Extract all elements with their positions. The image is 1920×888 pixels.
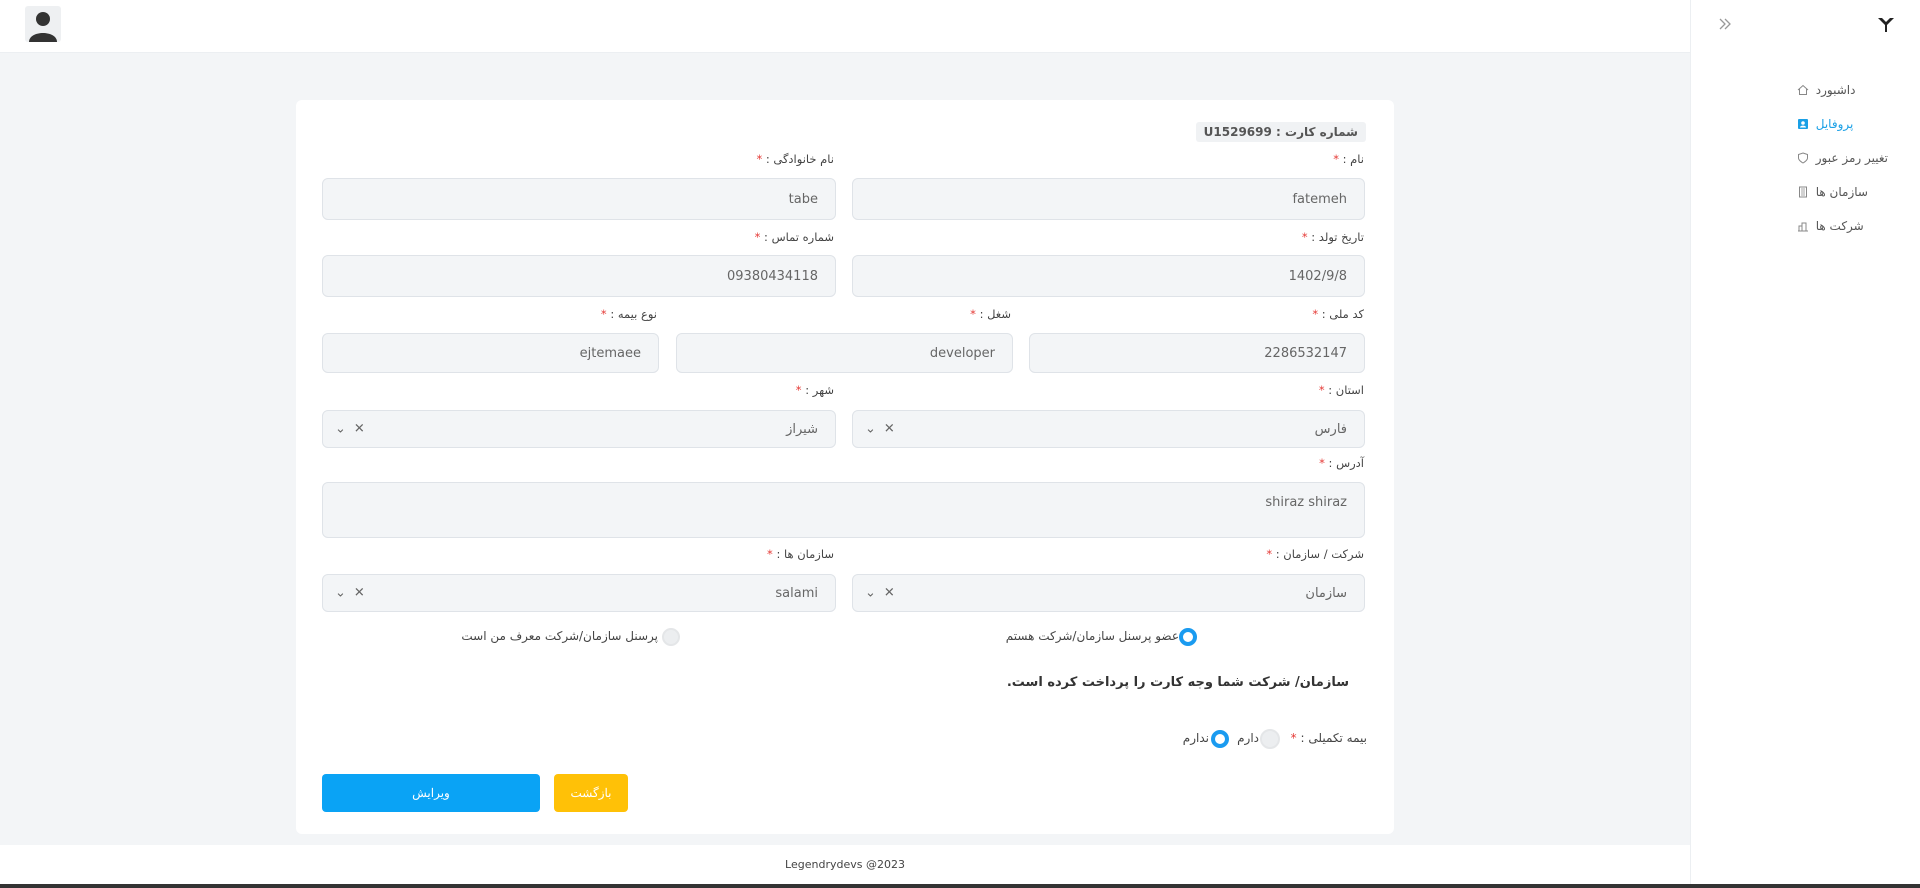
profile-form-card: شماره کارت : U1529699 نام : * fatemeh نا… xyxy=(296,100,1394,834)
job-input[interactable]: developer xyxy=(676,333,1013,373)
first-name-input[interactable]: fatemeh xyxy=(852,178,1365,220)
organizations-selected-value: salami xyxy=(775,585,818,601)
first-name-label: نام : * xyxy=(1333,152,1364,166)
clear-icon[interactable]: ✕ xyxy=(884,586,895,601)
company-org-selected-value: سازمان xyxy=(1305,585,1347,601)
phone-label: شماره تماس : * xyxy=(754,230,834,244)
phone-input[interactable]: 09380434118 xyxy=(322,255,836,297)
city-select[interactable]: شیراز ⌄ ✕ xyxy=(322,410,836,448)
radio-insurance-no[interactable] xyxy=(1211,730,1229,748)
sidebar-item-label: پروفایل xyxy=(1815,117,1854,131)
job-label: شغل : * xyxy=(970,307,1011,321)
clear-icon[interactable]: ✕ xyxy=(884,422,895,437)
top-header xyxy=(0,0,1690,53)
radio-insurance-yes[interactable] xyxy=(1260,729,1280,749)
sidebar-item-label: داشبورد xyxy=(1815,83,1856,97)
back-button[interactable]: بازگشت xyxy=(554,774,628,812)
last-name-label: نام خانوادگی : * xyxy=(756,152,834,166)
birth-date-input[interactable]: 1402/9/8 xyxy=(852,255,1365,297)
insurance-type-input[interactable]: ejtemaee xyxy=(322,333,659,373)
city-selected-value: شیراز xyxy=(786,421,818,437)
sidebar: داشبورد پروفایل تغییر رمز عبور سازمان ها… xyxy=(1690,0,1920,888)
national-code-label: کد ملی : * xyxy=(1312,307,1364,321)
city-label: شهر : * xyxy=(795,383,834,397)
radio-member-label: عضو پرسنل سازمان/شرکت هستم xyxy=(1005,629,1179,643)
radio-insurance-no-label: ندارم xyxy=(1182,731,1209,745)
radio-referrer[interactable] xyxy=(662,628,680,646)
edit-button[interactable]: ویرایش xyxy=(322,774,540,812)
bottom-border xyxy=(0,884,1920,888)
collapse-sidebar-icon[interactable] xyxy=(1716,15,1734,33)
chevron-down-icon[interactable]: ⌄ xyxy=(865,586,876,601)
address-textarea[interactable]: shiraz shiraz xyxy=(322,482,1365,538)
address-label: آدرس : * xyxy=(1319,456,1364,470)
sidebar-item-label: شرکت ها xyxy=(1815,219,1864,233)
sidebar-item-change-password[interactable]: تغییر رمز عبور xyxy=(1797,141,1888,175)
insurance-type-label: نوع بیمه : * xyxy=(600,307,657,321)
chevron-down-icon[interactable]: ⌄ xyxy=(335,586,346,601)
province-selected-value: فارس xyxy=(1314,421,1347,437)
last-name-input[interactable]: tabe xyxy=(322,178,836,220)
sidebar-item-label: سازمان ها xyxy=(1815,185,1868,199)
national-code-input[interactable]: 2286532147 xyxy=(1029,333,1365,373)
profile-icon xyxy=(1797,118,1809,130)
sidebar-menu: داشبورد پروفایل تغییر رمز عبور سازمان ها… xyxy=(1797,73,1888,243)
province-select[interactable]: فارس ⌄ ✕ xyxy=(852,410,1365,448)
user-avatar-icon[interactable] xyxy=(25,6,61,42)
shield-icon xyxy=(1797,152,1809,164)
logo-icon[interactable] xyxy=(1876,14,1896,34)
company-org-select[interactable]: سازمان ⌄ ✕ xyxy=(852,574,1365,612)
building-icon xyxy=(1797,186,1809,198)
chevron-down-icon[interactable]: ⌄ xyxy=(865,422,876,437)
province-label: استان : * xyxy=(1318,383,1364,397)
footer: Legendrydevs @2023 xyxy=(0,845,1690,885)
organizations-label: سازمان ها : * xyxy=(767,547,834,561)
sidebar-item-organizations[interactable]: سازمان ها xyxy=(1797,175,1888,209)
organizations-select[interactable]: salami ⌄ ✕ xyxy=(322,574,836,612)
payment-notice: سازمان/ شرکت شما وجه کارت را پرداخت کرده… xyxy=(1006,675,1349,690)
sidebar-item-label: تغییر رمز عبور xyxy=(1815,151,1888,165)
sidebar-item-dashboard[interactable]: داشبورد xyxy=(1797,73,1888,107)
sidebar-item-companies[interactable]: شرکت ها xyxy=(1797,209,1888,243)
clear-icon[interactable]: ✕ xyxy=(354,422,365,437)
radio-referrer-label: پرسنل سازمان/شرکت معرف من است xyxy=(461,629,658,643)
home-icon xyxy=(1797,84,1809,96)
birth-date-label: تاریخ تولد : * xyxy=(1301,230,1364,244)
radio-member[interactable] xyxy=(1179,628,1197,646)
chevron-down-icon[interactable]: ⌄ xyxy=(335,422,346,437)
sidebar-item-profile[interactable]: پروفایل xyxy=(1797,107,1888,141)
card-number-badge: شماره کارت : U1529699 xyxy=(1195,122,1366,142)
radio-insurance-yes-label: دارم xyxy=(1237,731,1259,745)
supplementary-insurance-label: بیمه تکمیلی : * xyxy=(1290,731,1367,745)
company-icon xyxy=(1797,220,1809,232)
company-org-label: شرکت / سازمان : * xyxy=(1266,547,1364,561)
clear-icon[interactable]: ✕ xyxy=(354,586,365,601)
